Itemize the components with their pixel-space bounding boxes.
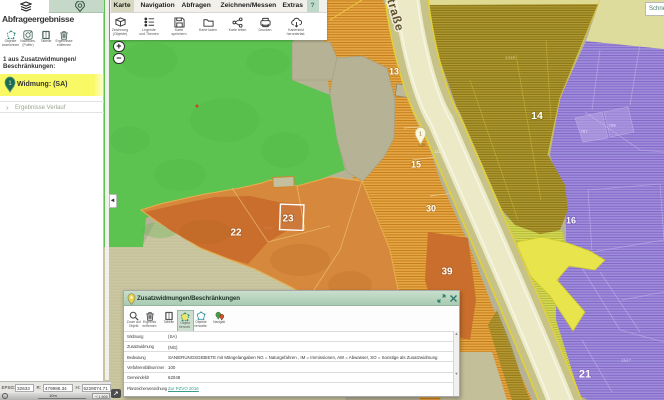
svg-text:23: 23 xyxy=(282,214,294,225)
svg-text:13: 13 xyxy=(389,67,399,77)
svg-text:1: 1 xyxy=(419,132,422,138)
svg-text:39: 39 xyxy=(441,267,453,278)
svg-text:789: 789 xyxy=(608,123,616,128)
svg-text:16: 16 xyxy=(566,216,576,226)
svg-text:1547: 1547 xyxy=(621,358,632,363)
svg-text:1111: 1111 xyxy=(434,149,444,154)
svg-text:1418: 1418 xyxy=(505,55,516,60)
svg-text:15: 15 xyxy=(411,160,421,170)
svg-text:14: 14 xyxy=(531,110,543,122)
svg-text:22: 22 xyxy=(230,228,242,239)
svg-text:1417: 1417 xyxy=(264,225,274,230)
svg-text:21: 21 xyxy=(579,369,591,381)
svg-text:30: 30 xyxy=(426,204,436,214)
svg-text:787: 787 xyxy=(580,129,588,134)
